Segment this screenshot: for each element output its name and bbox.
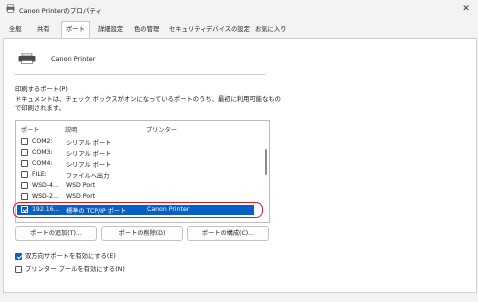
tab-device-settings[interactable]: デバイスの設定	[202, 22, 254, 37]
delete-port-button[interactable]: ポートの削除(D)	[101, 226, 183, 241]
port-row[interactable]: COM2: シリアル ポート	[17, 137, 254, 147]
printer-app-icon	[6, 4, 15, 13]
bidirectional-checkbox[interactable]	[15, 252, 22, 260]
bidirectional-option[interactable]: 双方向サポートを有効にする(E)	[15, 251, 116, 260]
add-port-button[interactable]: ポートの追加(T)...	[15, 226, 97, 241]
column-header-description[interactable]: 説明	[65, 125, 77, 134]
port-row[interactable]: COM4: シリアル ポート	[17, 159, 254, 169]
port-row[interactable]: COM3: シリアル ポート	[17, 148, 254, 158]
instructions-line-1: ドキュメントは、チェック ボックスがオンになっているポートのうち、最初に利用可能…	[15, 96, 281, 103]
port-name: COM4:	[32, 160, 53, 167]
port-description: WSD Port	[66, 182, 96, 189]
port-row[interactable]: FILE: ファイルへ出力	[17, 170, 254, 180]
port-name: WSD-2...	[32, 193, 59, 200]
pooling-option[interactable]: プリンター プールを有効にする(N)	[15, 264, 125, 273]
port-checkbox[interactable]	[21, 182, 28, 189]
port-name: FILE:	[32, 171, 47, 178]
tab-color-management[interactable]: 色の管理	[130, 22, 163, 37]
tab-ports[interactable]: ポート	[61, 21, 90, 38]
printer-icon	[18, 53, 36, 64]
port-description: WSD Port	[66, 193, 96, 200]
printer-name: Canon Printer	[51, 55, 96, 63]
column-header-printer[interactable]: プリンター	[146, 125, 177, 134]
port-name: WSD-4...	[32, 182, 59, 189]
close-icon[interactable]: ✕	[458, 1, 474, 17]
configure-port-button[interactable]: ポートの構成(C)...	[187, 226, 269, 241]
port-name: COM3:	[32, 149, 53, 156]
title-bar: Canon Printerのプロパティ ✕	[0, 0, 478, 18]
port-name: COM2:	[32, 138, 53, 145]
highlight-outline	[13, 202, 263, 218]
tab-advanced[interactable]: 詳細設定	[94, 22, 127, 37]
ports-heading: 印刷するポート(P)	[15, 86, 68, 93]
instructions-line-2: で印刷されます。	[15, 105, 65, 112]
scrollbar-thumb[interactable]	[265, 149, 267, 175]
window-title: Canon Printerのプロパティ	[19, 7, 103, 15]
port-checkbox[interactable]	[21, 138, 28, 145]
ports-tab-panel: Canon Printer 印刷するポート(P) ドキュメントは、チェック ボッ…	[3, 38, 477, 293]
tab-sharing[interactable]: 共有	[33, 22, 54, 37]
port-description: ファイルへ出力	[66, 173, 110, 180]
port-checkbox[interactable]	[21, 193, 28, 200]
pooling-label: プリンター プールを有効にする(N)	[25, 266, 125, 273]
port-checkbox[interactable]	[21, 149, 28, 156]
port-row[interactable]: WSD-4... WSD Port	[17, 181, 254, 191]
tab-general[interactable]: 全般	[5, 22, 26, 37]
column-header-port[interactable]: ポート	[21, 125, 40, 134]
tab-favorites[interactable]: お気に入り	[251, 22, 290, 37]
separator	[15, 74, 265, 75]
port-description: シリアル ポート	[66, 151, 112, 158]
port-description: シリアル ポート	[66, 162, 112, 169]
port-description: シリアル ポート	[66, 140, 112, 147]
pooling-checkbox[interactable]	[15, 265, 22, 273]
port-checkbox[interactable]	[21, 171, 28, 178]
port-checkbox[interactable]	[21, 160, 28, 167]
bidirectional-label: 双方向サポートを有効にする(E)	[25, 253, 116, 260]
port-row[interactable]: WSD-2... WSD Port	[17, 192, 254, 202]
